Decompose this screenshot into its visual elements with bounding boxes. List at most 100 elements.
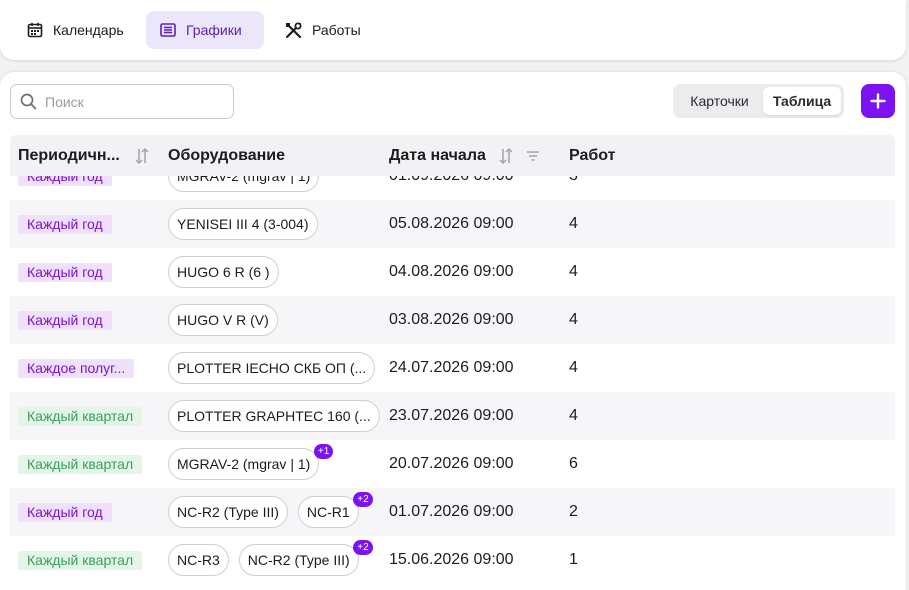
equipment-chip[interactable]: HUGO V R (V) <box>168 304 278 336</box>
table-row[interactable]: Каждый год HUGO V R (V) 03.08.2026 09:00 4 <box>10 296 895 344</box>
table-row[interactable]: Каждый год HUGO 6 R (6 ) 04.08.2026 09:00 4 <box>10 248 895 296</box>
equipment-chip-label: NC-R2 (Type III) <box>177 504 279 520</box>
tab-works-label: Работы <box>312 22 361 38</box>
works-count-cell: 4 <box>569 407 578 424</box>
works-count-cell: 2 <box>569 503 578 520</box>
more-equipment-badge[interactable]: +2 <box>353 540 373 555</box>
period-badge: Каждый квартал <box>18 550 143 570</box>
start-date-cell: 04.08.2026 09:00 <box>389 263 514 280</box>
sort-icon[interactable] <box>134 147 150 165</box>
works-count-cell: 4 <box>569 263 578 280</box>
equipment-cell: MGRAV-2 (mgrav | 1) +1 <box>168 440 334 488</box>
equipment-chip-label: HUGO 6 R (6 ) <box>177 264 270 280</box>
equipment-chip[interactable]: NC-R3 <box>168 544 229 576</box>
table-row[interactable]: Каждое полуг... PLOTTER IECHO СКБ ОП (...… <box>10 344 895 392</box>
search-input[interactable] <box>45 93 215 110</box>
equipment-cell: MGRAV-2 (mgrav | 1) <box>168 176 320 200</box>
start-date-cell: 20.07.2026 09:00 <box>389 455 514 472</box>
equipment-chip[interactable]: PLOTTER GRAPHTEC 160 (... <box>168 400 380 432</box>
column-works-label: Работ <box>569 146 616 164</box>
period-cell: Каждое полуг... <box>18 344 135 392</box>
column-period-label: Периодичн... <box>18 146 120 164</box>
column-period[interactable]: Периодичн... <box>18 135 150 176</box>
works-count-cell: 4 <box>569 359 578 376</box>
table-row[interactable]: Каждый квартал PLOTTER GRAPHTEC 160 (... 2… <box>10 392 895 440</box>
table-row[interactable]: Каждый квартал MGRAV-2 (mgrav | 1) +1 20.07… <box>10 440 895 488</box>
filter-icon[interactable] <box>526 150 540 162</box>
view-switcher: Карточки Таблица <box>673 84 844 118</box>
period-badge: Каждый год <box>18 502 112 522</box>
equipment-chip-label: HUGO V R (V) <box>177 312 269 328</box>
search-icon <box>20 93 37 110</box>
schedules-panel: Карточки Таблица Периодичн... Оборудован… <box>0 72 906 590</box>
equipment-cell: PLOTTER GRAPHTEC 160 (... <box>168 392 380 440</box>
equipment-chip-label: PLOTTER IECHO СКБ ОП (... <box>177 360 367 376</box>
table-header: Периодичн... Оборудование Дата начала Ра… <box>10 135 895 176</box>
tab-schedules-label: Графики <box>186 22 242 38</box>
period-cell: Каждый год <box>18 296 112 344</box>
tab-calendar[interactable]: Календарь <box>13 11 138 49</box>
equipment-chip-label: NC-R2 (Type III) <box>247 552 350 568</box>
period-badge: Каждый год <box>18 214 112 234</box>
period-badge: Каждое полуг... <box>18 358 135 378</box>
equipment-cell: NC-R3 NC-R2 (Type III) +2 <box>168 536 373 582</box>
column-start-label: Дата начала <box>389 146 486 164</box>
works-count-cell: 4 <box>569 215 578 232</box>
equipment-chip-label: YENISEI III 4 (3-004) <box>177 216 309 232</box>
equipment-chip[interactable]: NC-R1 +2 <box>297 492 373 528</box>
column-start-date[interactable]: Дата начала <box>389 135 540 176</box>
start-date-cell: 05.08.2026 09:00 <box>389 215 514 232</box>
tab-schedules[interactable]: Графики <box>146 11 264 49</box>
period-badge: Каждый год <box>18 176 112 186</box>
column-works[interactable]: Работ <box>569 135 615 176</box>
equipment-chip[interactable]: YENISEI III 4 (3-004) <box>168 208 318 240</box>
view-table-button[interactable]: Таблица <box>763 87 841 115</box>
equipment-chip-label: NC-R1 <box>306 504 350 520</box>
top-navigation: Календарь Графики Работы <box>0 0 906 60</box>
equipment-chip[interactable]: NC-R2 (Type III) +2 <box>238 540 373 576</box>
works-count-cell: 1 <box>569 551 578 568</box>
equipment-chip[interactable]: HUGO 6 R (6 ) <box>168 256 279 288</box>
equipment-chip-label: PLOTTER GRAPHTEC 160 (... <box>177 408 371 424</box>
add-schedule-button[interactable] <box>861 84 895 118</box>
works-count-cell: 4 <box>569 311 578 328</box>
equipment-chip[interactable]: NC-R2 (Type III) <box>168 496 288 528</box>
column-equipment[interactable]: Оборудование <box>168 135 285 176</box>
start-date-cell: 15.06.2026 09:00 <box>389 551 514 568</box>
equipment-chip-label: MGRAV-2 (mgrav | 1) <box>177 456 311 472</box>
period-badge: Каждый год <box>18 310 112 330</box>
equipment-cell: HUGO 6 R (6 ) <box>168 248 279 296</box>
view-cards-button[interactable]: Карточки <box>676 87 763 115</box>
table-row[interactable]: Каждый год YENISEI III 4 (3-004) 05.08.202… <box>10 200 895 248</box>
equipment-cell: PLOTTER IECHO СКБ ОП (... <box>168 344 376 392</box>
works-count-cell: 6 <box>569 455 578 472</box>
period-cell: Каждый квартал <box>18 440 143 488</box>
more-equipment-badge[interactable]: +1 <box>313 444 334 459</box>
equipment-chip[interactable]: MGRAV-2 (mgrav | 1) +1 <box>168 444 334 480</box>
equipment-cell: YENISEI III 4 (3-004) <box>168 200 318 248</box>
more-equipment-badge[interactable]: +2 <box>353 492 373 507</box>
table-row[interactable]: Каждый год NC-R2 (Type III) NC-R1 +2 01.07.2… <box>10 488 895 536</box>
start-date-cell: 01.09.2026 09:00 <box>389 176 514 200</box>
start-date-cell: 01.07.2026 09:00 <box>389 503 514 520</box>
equipment-chip[interactable]: MGRAV-2 (mgrav | 1) <box>168 176 320 192</box>
table-row[interactable]: Каждый год MGRAV-2 (mgrav | 1) 01.09.202… <box>10 176 895 200</box>
period-cell: Каждый год <box>18 488 112 536</box>
tab-calendar-label: Календарь <box>53 22 124 38</box>
equipment-chip-label: NC-R3 <box>177 552 220 568</box>
period-badge: Каждый год <box>18 262 112 282</box>
search-field[interactable] <box>10 84 234 119</box>
period-cell: Каждый год <box>18 248 112 296</box>
sort-icon[interactable] <box>498 147 514 165</box>
tab-works[interactable]: Работы <box>271 11 375 49</box>
table-body: Каждый год MGRAV-2 (mgrav | 1) 01.09.202… <box>10 176 895 582</box>
period-cell: Каждый год <box>18 200 112 248</box>
equipment-chip[interactable]: PLOTTER IECHO СКБ ОП (... <box>168 352 376 384</box>
period-cell: Каждый квартал <box>18 392 143 440</box>
equipment-cell: NC-R2 (Type III) NC-R1 +2 <box>168 488 373 536</box>
calendar-icon <box>27 22 43 38</box>
period-cell: Каждый квартал <box>18 536 143 582</box>
table-row[interactable]: Каждый квартал NC-R3 NC-R2 (Type III) +2 15.… <box>10 536 895 582</box>
works-count-cell: 3 <box>569 176 578 200</box>
plus-icon <box>870 93 886 109</box>
